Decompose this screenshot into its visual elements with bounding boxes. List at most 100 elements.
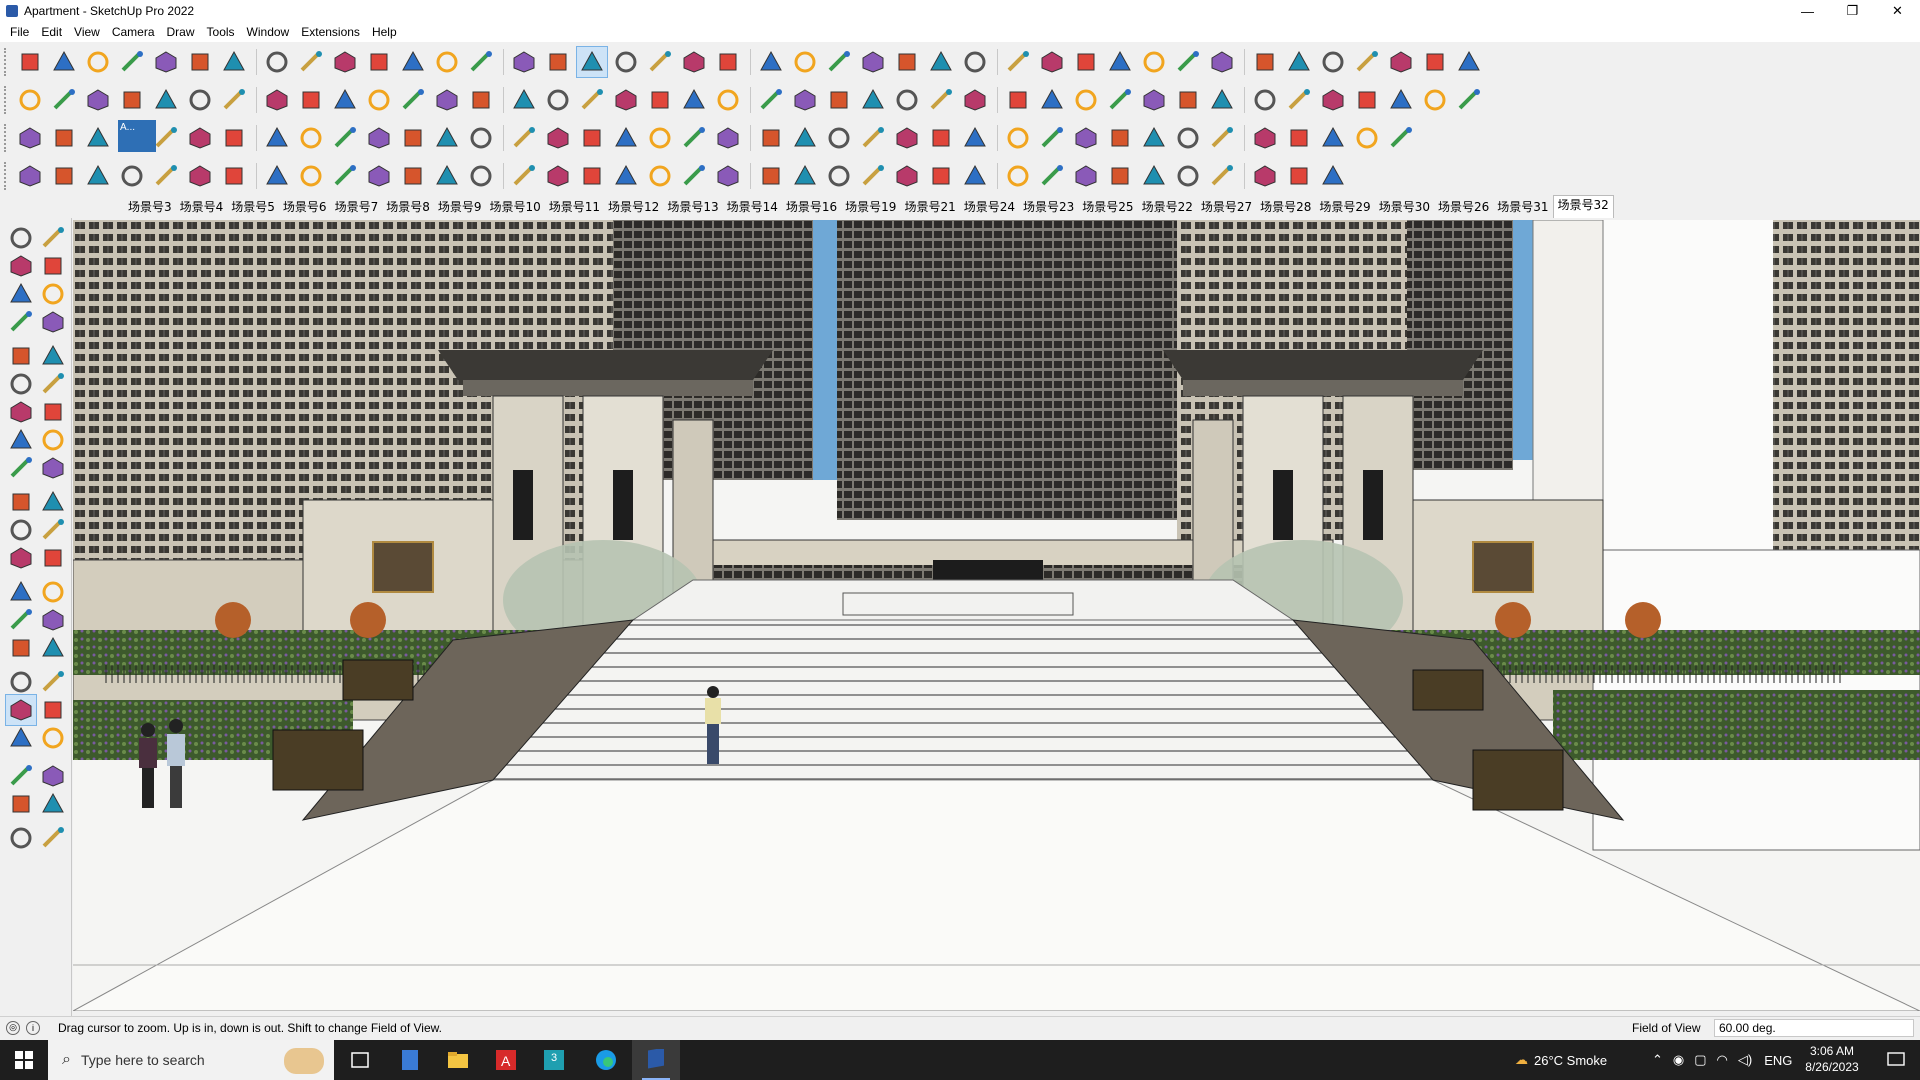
system-clock[interactable]: 3:06 AM 8/26/2023 — [1792, 1043, 1872, 1075]
scene-tab[interactable]: 场景号11 — [545, 198, 604, 218]
move-tool-button[interactable] — [329, 160, 361, 192]
pencil-tool-button[interactable] — [116, 46, 148, 78]
orbit-tool-tool[interactable] — [5, 632, 37, 664]
wall-tool-button[interactable] — [1036, 84, 1068, 116]
language-indicator[interactable]: ENG — [1764, 1053, 1792, 1068]
push-pull-tool-button[interactable] — [218, 84, 250, 116]
fog-tool-button[interactable] — [789, 122, 821, 154]
paint-tool-button[interactable] — [184, 122, 216, 154]
layers-tool-button[interactable] — [712, 160, 744, 192]
pan-tool-button[interactable] — [508, 122, 540, 154]
move-tool-button[interactable] — [261, 46, 293, 78]
zoom-extents-tool-button[interactable] — [576, 84, 608, 116]
zoom-window-tool-button[interactable] — [610, 160, 642, 192]
curve-tool-button[interactable] — [1249, 84, 1281, 116]
volume-icon[interactable]: ◁) — [1738, 1052, 1752, 1068]
look-around-tool-button[interactable] — [959, 160, 991, 192]
chevron-up-icon[interactable]: ⌃ — [1652, 1052, 1663, 1068]
fog-tool-button[interactable] — [857, 160, 889, 192]
mirror-tool-button[interactable] — [1317, 46, 1349, 78]
move-tool-button[interactable] — [261, 122, 293, 154]
rotate-tool-button[interactable] — [363, 160, 395, 192]
scene-tab[interactable]: 场景号13 — [663, 198, 722, 218]
solid-tools-tool-button[interactable] — [1002, 160, 1034, 192]
weld-tool-button[interactable] — [1351, 84, 1383, 116]
move-tool-button[interactable] — [261, 84, 293, 116]
camera-tool-button[interactable] — [823, 122, 855, 154]
section-tool-button[interactable] — [610, 122, 642, 154]
toolbar-grip[interactable] — [4, 124, 8, 152]
scene-tab[interactable]: 场景号6 — [279, 198, 331, 218]
zoom-extents-tool-button[interactable] — [576, 46, 608, 78]
scene-tab[interactable]: 场景号22 — [1138, 198, 1197, 218]
door-tool-button[interactable] — [1070, 122, 1102, 154]
layers-tool-button[interactable] — [644, 122, 676, 154]
zoom-window-tool-button[interactable] — [542, 46, 574, 78]
pan-tool-button[interactable] — [508, 46, 540, 78]
zoom-tool-button[interactable] — [14, 122, 46, 154]
scene-tab[interactable]: 场景号30 — [1375, 198, 1434, 218]
loft-tool-button[interactable] — [1453, 46, 1485, 78]
stair-tool-button[interactable] — [1172, 46, 1204, 78]
rotate-tool-button[interactable] — [295, 84, 327, 116]
scene-tab[interactable]: 场景号12 — [604, 198, 663, 218]
section-tool-button[interactable] — [678, 160, 710, 192]
window-tool-button[interactable] — [1172, 160, 1204, 192]
wifi-icon[interactable]: ◠ — [1717, 1052, 1728, 1068]
look-around-tool[interactable] — [37, 722, 69, 754]
roof-tool-button[interactable] — [1138, 122, 1170, 154]
scene-tab[interactable]: 场景号4 — [176, 198, 228, 218]
pencil-tool-button[interactable] — [184, 160, 216, 192]
line-tool[interactable] — [5, 306, 37, 338]
sandbox-tool-button[interactable] — [959, 46, 991, 78]
scene-tab[interactable]: 场景号9 — [434, 198, 486, 218]
minimize-button[interactable]: — — [1785, 0, 1830, 22]
floating-toolbar-popup[interactable]: A... — [118, 120, 156, 152]
array-tool-button[interactable] — [1283, 84, 1315, 116]
taskbar-app-calculator[interactable] — [386, 1040, 434, 1080]
shadow-tool-button[interactable] — [755, 84, 787, 116]
zoom-extents-tool-button[interactable] — [644, 160, 676, 192]
camera-tool-button[interactable] — [823, 84, 855, 116]
text-tool-button[interactable] — [397, 122, 429, 154]
menu-tools[interactable]: Tools — [201, 25, 241, 39]
window-tool-button[interactable] — [1104, 84, 1136, 116]
mirror-tool-button[interactable] — [1317, 84, 1349, 116]
push-pull-tool-button[interactable] — [218, 46, 250, 78]
extrude-tool-button[interactable] — [1419, 84, 1451, 116]
weather-widget[interactable]: ☁ 26°C Smoke — [1515, 1040, 1607, 1080]
push-pull-tool-button[interactable] — [218, 122, 250, 154]
curve-tool-button[interactable] — [1317, 160, 1349, 192]
component-tool-button[interactable] — [678, 122, 710, 154]
railing-tool-button[interactable] — [1206, 84, 1238, 116]
rotate-tool-button[interactable] — [295, 46, 327, 78]
freehand-tool[interactable] — [37, 306, 69, 338]
look-around-tool-button[interactable] — [891, 46, 923, 78]
notifications-button[interactable] — [1872, 1040, 1920, 1080]
scene-tab[interactable]: 场景号29 — [1315, 198, 1374, 218]
layers-tool-button[interactable] — [644, 84, 676, 116]
house-tool-button[interactable] — [1002, 84, 1034, 116]
layers-tool[interactable] — [5, 822, 37, 854]
toolbar-grip[interactable] — [4, 162, 8, 190]
window-tool-button[interactable] — [1104, 122, 1136, 154]
fillet-tool-button[interactable] — [1385, 84, 1417, 116]
solid-subtract-tool[interactable] — [37, 788, 69, 820]
scene-tab[interactable]: 场景号21 — [900, 198, 959, 218]
stair-tool-button[interactable] — [1172, 122, 1204, 154]
scene-tab[interactable]: 场景号26 — [1434, 198, 1493, 218]
walk-tool-button[interactable] — [925, 160, 957, 192]
orbit-tool-button[interactable] — [465, 46, 497, 78]
dimension-tool[interactable] — [37, 542, 69, 574]
mirror-tool-button[interactable] — [1317, 122, 1349, 154]
fillet-tool-button[interactable] — [1385, 46, 1417, 78]
paint-bucket-tool-button[interactable] — [508, 160, 540, 192]
fog-tool-button[interactable] — [789, 46, 821, 78]
push-pull-tool-button[interactable] — [295, 160, 327, 192]
scene-tab[interactable]: 场景号23 — [1019, 198, 1078, 218]
taskbar-app-sketchup[interactable] — [632, 1040, 680, 1080]
pan-tool-button[interactable] — [576, 160, 608, 192]
loft-tool-button[interactable] — [48, 160, 80, 192]
eraser-tool-button[interactable] — [82, 46, 114, 78]
scene-tab[interactable]: 场景号31 — [1493, 198, 1552, 218]
